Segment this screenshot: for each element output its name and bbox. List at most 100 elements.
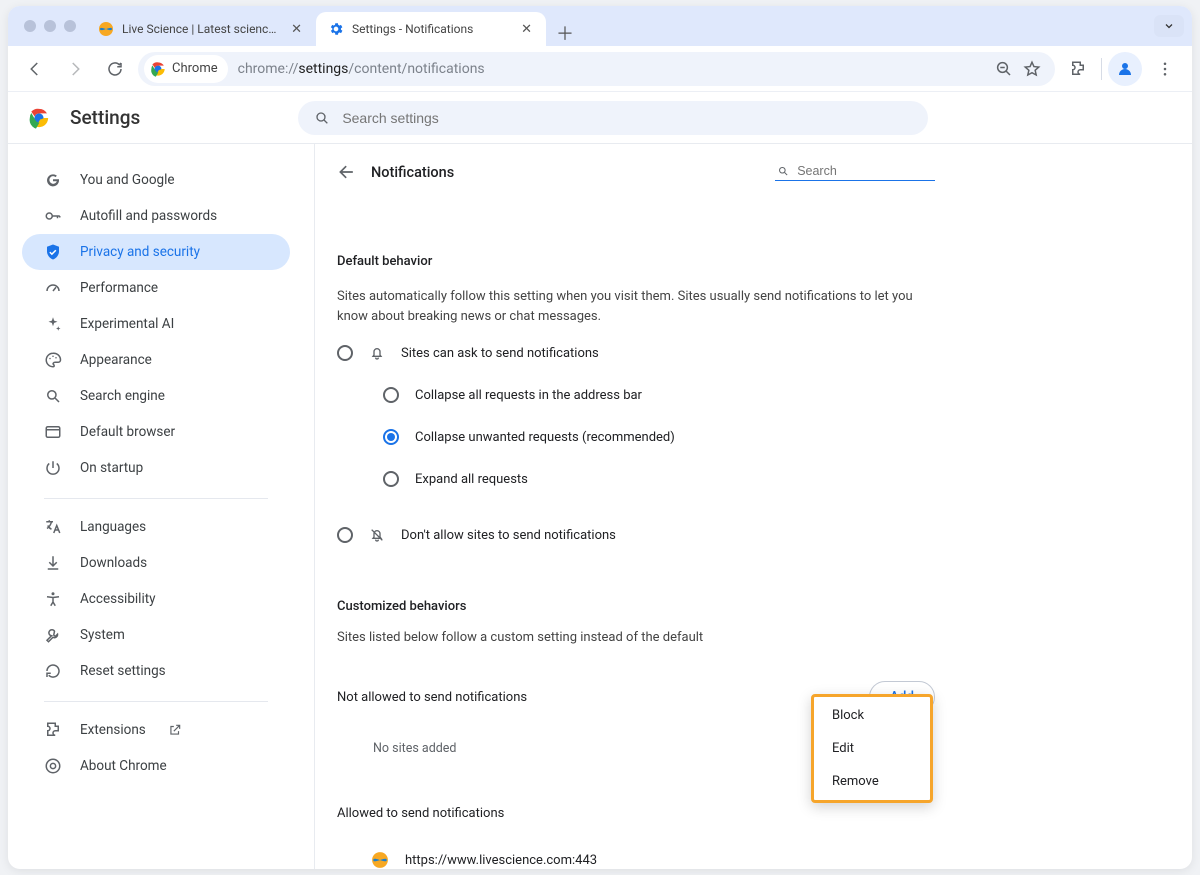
site-context-menu: Block Edit Remove [811,694,933,803]
gear-favicon-icon [328,21,344,37]
download-icon [44,554,62,572]
back-arrow-icon[interactable] [337,162,357,182]
reset-icon [44,662,62,680]
close-tab-icon[interactable]: ✕ [519,22,534,37]
menu-item-block[interactable]: Block [814,699,930,732]
radio-collapse-unwanted[interactable]: Collapse unwanted requests (recommended) [383,429,935,445]
sparkle-icon [44,315,62,333]
customized-behaviors-title: Customized behaviors [337,599,935,614]
panel-search[interactable] [775,162,935,181]
sidebar-item-reset[interactable]: Reset settings [22,653,290,689]
chrome-small-icon [44,757,62,775]
accessibility-icon [44,590,62,608]
panel-search-input[interactable] [797,164,933,178]
livescience-favicon-icon [98,21,114,37]
settings-search[interactable] [298,101,928,135]
tab-title: Live Science | Latest science … [122,22,281,36]
radio-icon[interactable] [337,527,353,543]
forward-button[interactable] [58,52,92,86]
livescience-favicon-icon [371,851,389,869]
customized-behaviors-desc: Sites listed below follow a custom setti… [337,630,935,645]
sidebar-item-search-engine[interactable]: Search engine [22,378,290,414]
max-dot[interactable] [64,20,76,32]
search-icon [314,110,330,126]
browser-toolbar: Chrome chrome://settings/content/notific… [8,46,1192,92]
tab-title: Settings - Notifications [352,22,511,36]
back-button[interactable] [18,52,52,86]
settings-header: Settings [8,92,1192,144]
address-bar[interactable]: Chrome chrome://settings/content/notific… [138,52,1055,86]
radio-icon[interactable] [383,387,399,403]
bookmark-star-icon[interactable] [1023,60,1041,78]
min-dot[interactable] [44,20,56,32]
puzzle-icon [44,721,62,739]
sidebar-item-performance[interactable]: Performance [22,270,290,306]
allowed-site-row[interactable]: https://www.livescience.com:443 [371,851,935,869]
chevron-down-icon[interactable] [1154,15,1184,37]
settings-sidebar: You and Google Autofill and passwords Pr… [8,144,315,869]
settings-main: Notifications Default behavior Sites aut… [315,144,1192,869]
shield-icon [44,243,62,261]
sidebar-item-on-startup[interactable]: On startup [22,450,290,486]
bell-off-icon [369,527,385,543]
radio-expand-all[interactable]: Expand all requests [383,471,935,487]
sidebar-item-privacy[interactable]: Privacy and security [22,234,290,270]
window-controls[interactable] [16,20,86,32]
radio-icon[interactable] [383,429,399,445]
tab-settings[interactable]: Settings - Notifications ✕ [316,12,546,46]
external-link-icon [168,723,182,737]
settings-search-input[interactable] [342,110,912,126]
default-behavior-desc: Sites automatically follow this setting … [337,287,935,327]
sidebar-item-experimental-ai[interactable]: Experimental AI [22,306,290,342]
palette-icon [44,351,62,369]
allowed-label: Allowed to send notifications [337,806,935,821]
close-tab-icon[interactable]: ✕ [289,22,304,37]
sidebar-item-default-browser[interactable]: Default browser [22,414,290,450]
search-icon [777,164,789,178]
zoom-icon[interactable] [995,60,1013,78]
kebab-menu-icon[interactable] [1148,52,1182,86]
speedometer-icon [44,279,62,297]
sidebar-item-autofill[interactable]: Autofill and passwords [22,198,290,234]
sidebar-item-system[interactable]: System [22,617,290,653]
sidebar-divider [44,701,268,702]
radio-icon[interactable] [383,471,399,487]
not-allowed-label: Not allowed to send notifications [337,690,527,705]
sidebar-item-you-and-google[interactable]: You and Google [22,162,290,198]
toolbar-divider [1101,58,1102,80]
sidebar-divider [44,498,268,499]
radio-collapse-address-bar[interactable]: Collapse all requests in the address bar [383,387,935,403]
bell-icon [369,345,385,361]
chrome-logo-icon [28,107,50,129]
reload-button[interactable] [98,52,132,86]
close-dot[interactable] [24,20,36,32]
menu-item-remove[interactable]: Remove [814,765,930,798]
profile-avatar[interactable] [1108,52,1142,86]
default-behavior-title: Default behavior [337,254,935,269]
chrome-icon [150,61,166,77]
sidebar-item-languages[interactable]: Languages [22,509,290,545]
browser-icon [44,423,62,441]
tab-live-science[interactable]: Live Science | Latest science … ✕ [86,12,316,46]
key-icon [44,207,62,225]
menu-item-edit[interactable]: Edit [814,732,930,765]
power-icon [44,459,62,477]
new-tab-button[interactable]: ＋ [546,20,584,46]
radio-icon[interactable] [337,345,353,361]
wrench-icon [44,626,62,644]
radio-dont-allow[interactable]: Don't allow sites to send notifications [337,527,935,543]
sidebar-item-extensions[interactable]: Extensions [22,712,290,748]
sidebar-item-about[interactable]: About Chrome [22,748,290,784]
settings-title: Settings [68,106,140,129]
search-icon [44,387,62,405]
sidebar-item-appearance[interactable]: Appearance [22,342,290,378]
radio-sites-can-ask[interactable]: Sites can ask to send notifications [337,345,935,361]
google-g-icon [44,171,62,189]
sidebar-item-accessibility[interactable]: Accessibility [22,581,290,617]
url-text[interactable]: chrome://settings/content/notifications [238,61,985,77]
sidebar-item-downloads[interactable]: Downloads [22,545,290,581]
tab-bar: Live Science | Latest science … ✕ Settin… [8,6,1192,46]
site-chip[interactable]: Chrome [144,55,228,83]
chip-label: Chrome [172,61,218,76]
extensions-icon[interactable] [1061,52,1095,86]
